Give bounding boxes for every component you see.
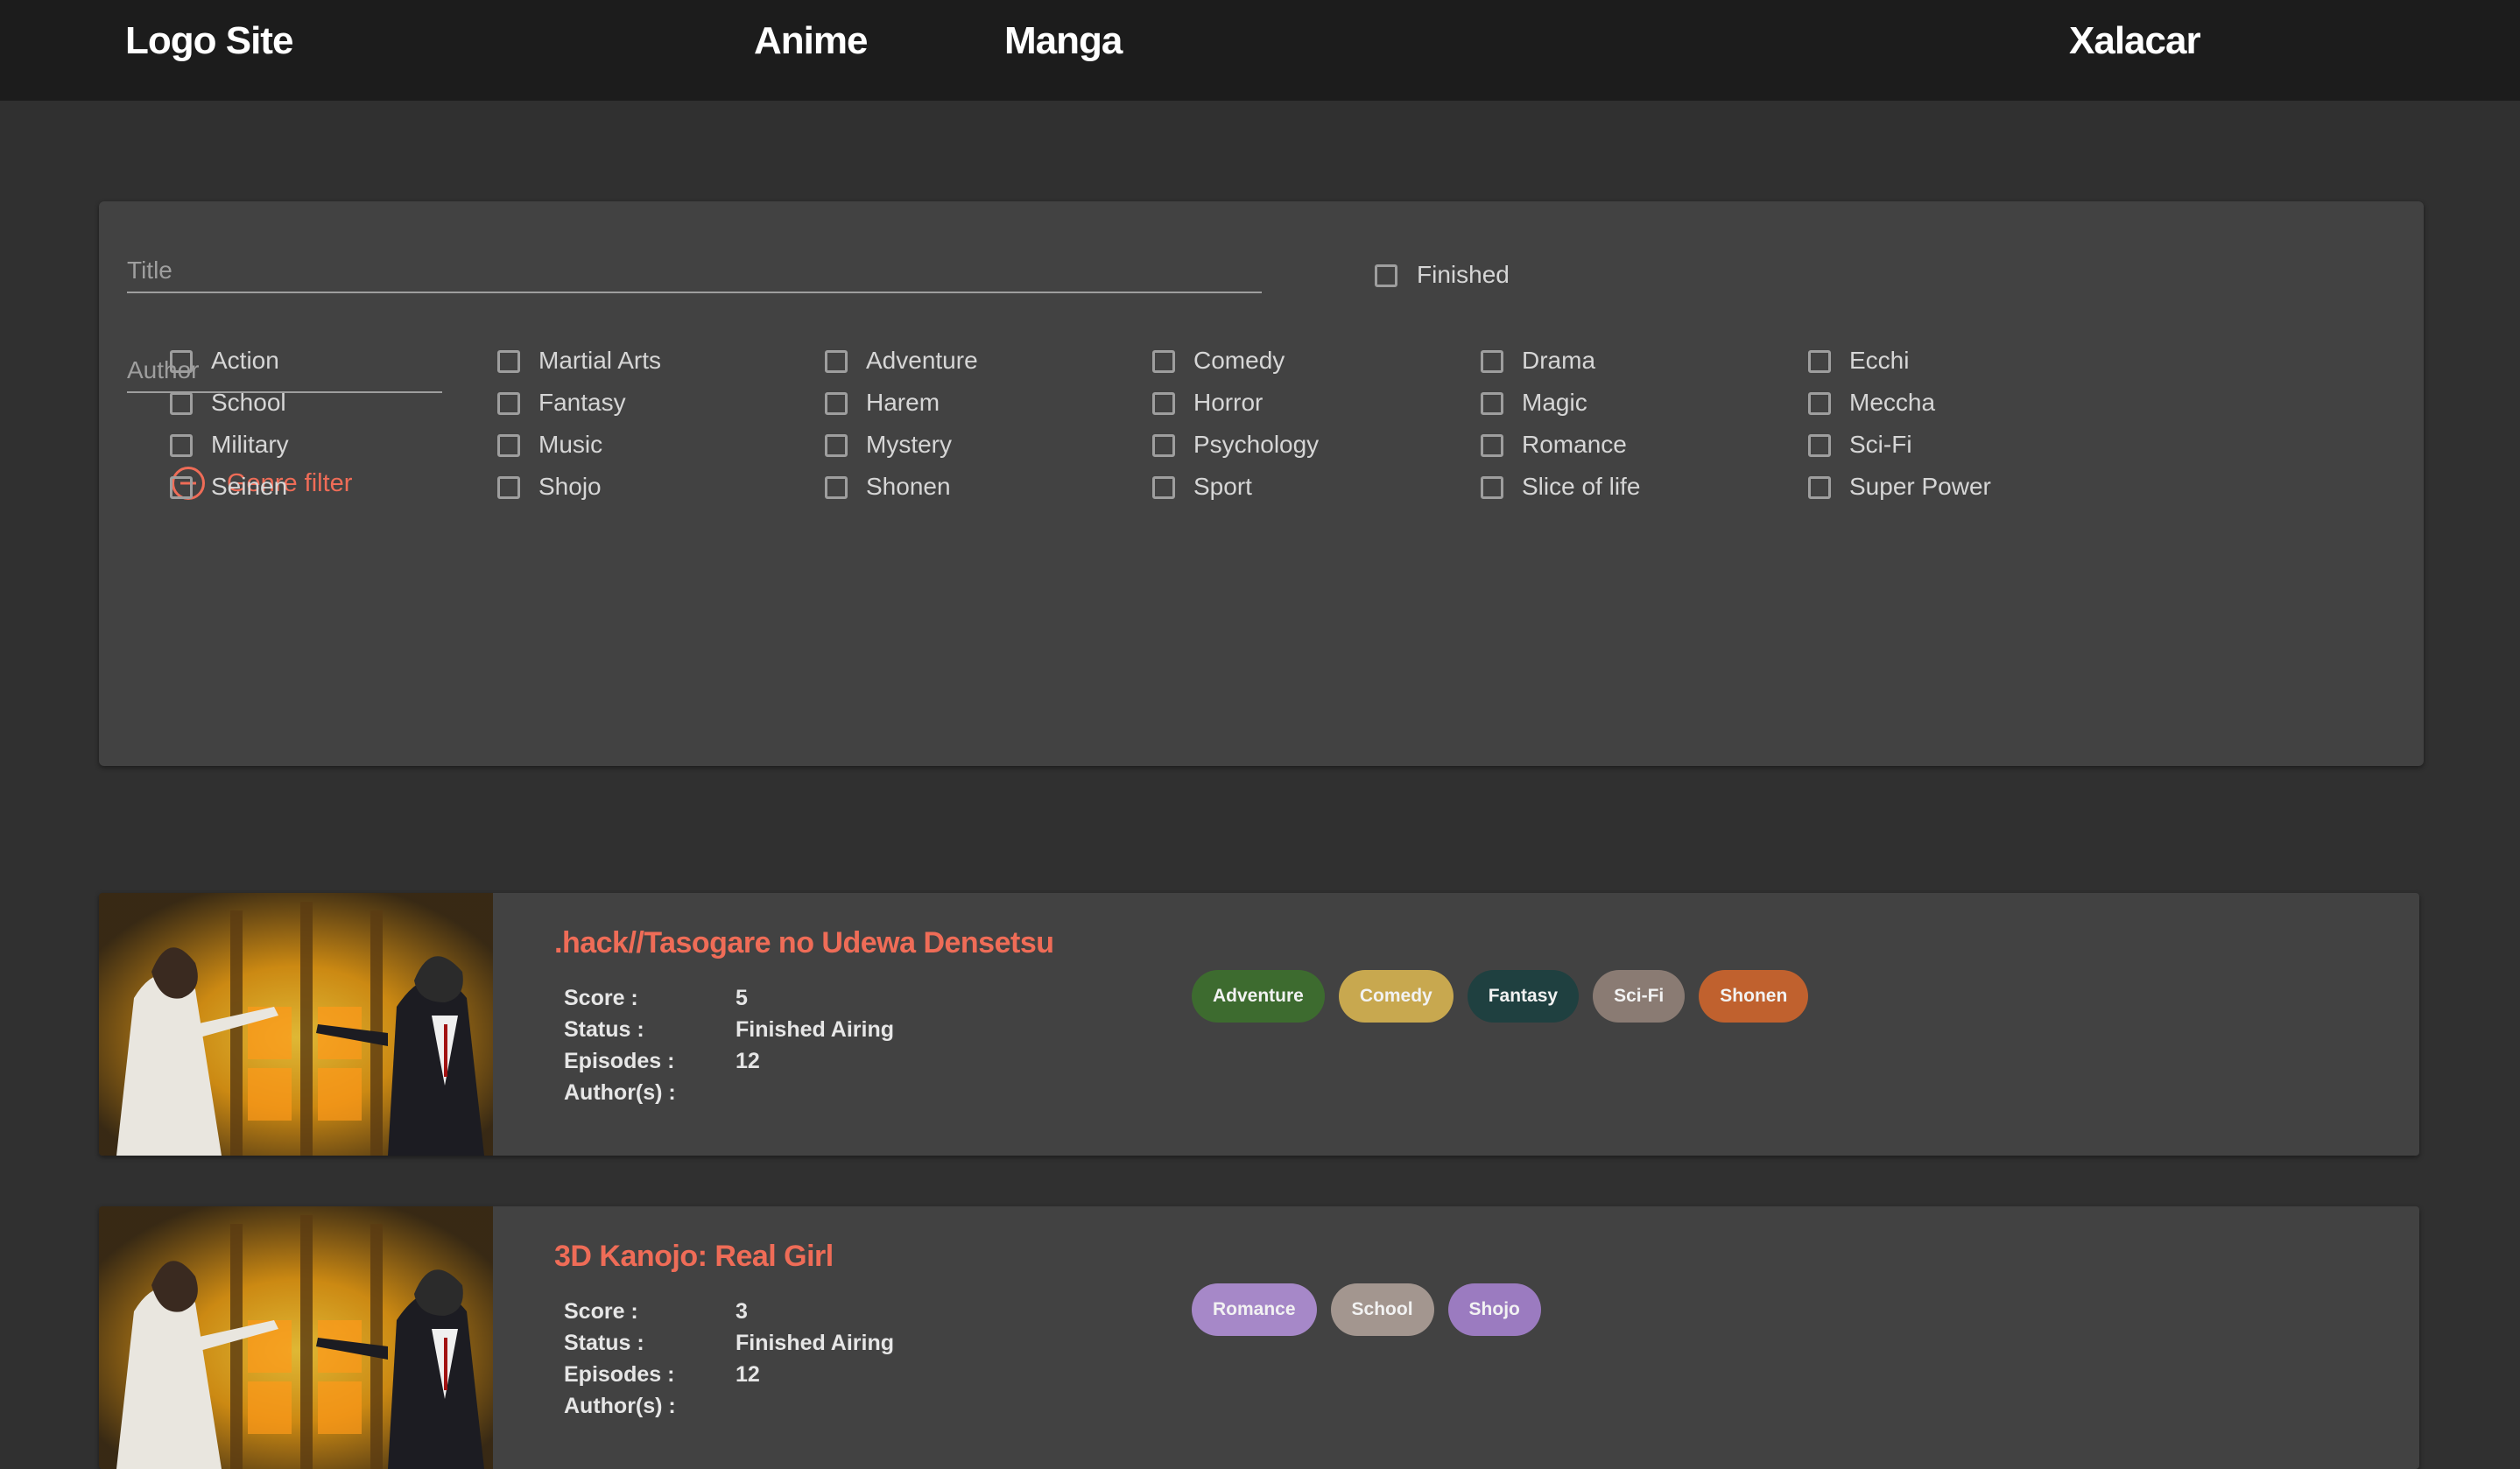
genre-checkbox-label: Shonen (866, 473, 951, 500)
genre-chip[interactable]: School (1330, 1283, 1434, 1336)
genre-checkbox-label: Romance (1522, 431, 1627, 458)
genre-checkbox[interactable] (825, 476, 848, 499)
genre-checkbox-label: Psychology (1193, 431, 1320, 458)
genre-checkbox[interactable] (1152, 476, 1175, 499)
finished-label: Finished (1417, 261, 1510, 288)
nav-link-anime[interactable]: Anime (754, 19, 868, 63)
anime-result-card[interactable]: 3D Kanojo: Real Girl Score : 3 Status : Fini… (99, 1206, 2419, 1469)
genre-checkbox[interactable] (497, 434, 520, 457)
anime-title-link[interactable]: 3D Kanojo: Real Girl (554, 1240, 834, 1274)
meta-episodes-label: Episodes : (564, 1049, 675, 1073)
genre-checkbox-label: Adventure (866, 347, 978, 374)
genre-chip[interactable]: Fantasy (1467, 970, 1580, 1023)
meta-authors-label: Author(s) : (564, 1080, 676, 1105)
filter-panel: Finished Genre filter ActionSchoolMilita… (99, 201, 2424, 766)
genre-checkbox[interactable] (1152, 350, 1175, 373)
genre-checkbox[interactable] (825, 434, 848, 457)
genre-checkbox-label: Shojo (538, 473, 602, 500)
genre-checkbox-label: Military (211, 431, 289, 458)
genre-checkbox[interactable] (1152, 392, 1175, 415)
genre-chip[interactable]: Adventure (1192, 970, 1325, 1023)
nav-link-manga[interactable]: Manga (1004, 19, 1123, 63)
genre-checkbox-label: Action (211, 347, 279, 374)
meta-score-label: Score : (564, 1299, 638, 1324)
genre-checkbox-label: Ecchi (1849, 347, 1910, 374)
meta-status-value: Finished Airing (736, 1017, 895, 1042)
genre-checkbox[interactable] (1808, 434, 1831, 457)
genre-checkbox[interactable] (1481, 392, 1503, 415)
genre-checkbox-label: Magic (1522, 389, 1587, 416)
genre-checkbox[interactable] (1808, 476, 1831, 499)
genre-checkbox[interactable] (497, 392, 520, 415)
genre-checkbox-label: Sci-Fi (1849, 431, 1912, 458)
genre-checkbox-label: Seinen (211, 473, 288, 500)
genre-checkbox-label: School (211, 389, 286, 416)
genre-chip[interactable]: Sci-Fi (1593, 970, 1686, 1023)
genre-checkbox-label: Martial Arts (538, 347, 662, 374)
meta-episodes-value: 12 (736, 1362, 760, 1387)
genre-checkbox-label: Comedy (1193, 347, 1285, 374)
site-logo[interactable]: Logo Site (125, 19, 293, 63)
genre-checkbox-label: Meccha (1849, 389, 1936, 416)
genre-chip[interactable]: Shonen (1699, 970, 1809, 1023)
genre-checkbox[interactable] (1152, 434, 1175, 457)
anime-thumbnail[interactable] (99, 893, 493, 1156)
genre-checkbox[interactable] (497, 476, 520, 499)
genre-checkbox[interactable] (497, 350, 520, 373)
meta-score-value: 3 (736, 1299, 748, 1324)
genre-checkbox[interactable] (1481, 434, 1503, 457)
meta-status-label: Status : (564, 1331, 644, 1355)
anime-thumbnail-art (99, 893, 493, 1156)
genre-chip-row: Adventure Comedy Fantasy Sci-Fi Shonen (1192, 970, 1809, 1023)
anime-thumbnail[interactable] (99, 1206, 493, 1469)
genre-checkbox[interactable] (170, 434, 193, 457)
meta-status-label: Status : (564, 1017, 644, 1042)
genre-checkbox[interactable] (170, 350, 193, 373)
finished-checkbox[interactable] (1375, 264, 1397, 287)
genre-chip[interactable]: Romance (1192, 1283, 1317, 1336)
genre-checkbox[interactable] (825, 392, 848, 415)
genre-checkbox-label: Slice of life (1522, 473, 1641, 500)
anime-result-card[interactable]: .hack//Tasogare no Udewa Densetsu Score :… (99, 893, 2419, 1156)
genre-checkbox-label: Horror (1193, 389, 1264, 416)
user-menu[interactable]: Xalacar (2069, 19, 2201, 63)
meta-episodes-value: 12 (736, 1049, 760, 1073)
genre-checkbox-label: Super Power (1849, 473, 1991, 500)
genre-checkbox-label: Sport (1193, 473, 1252, 500)
genre-checkbox-label: Fantasy (538, 389, 626, 416)
genre-checkbox[interactable] (1481, 476, 1503, 499)
top-navbar: Logo Site Anime Manga Xalacar (0, 0, 2520, 101)
genre-checkbox[interactable] (170, 392, 193, 415)
genre-checkbox[interactable] (825, 350, 848, 373)
genre-checkbox-label: Harem (866, 389, 940, 416)
meta-authors-label: Author(s) : (564, 1394, 676, 1418)
genre-checkbox-label: Drama (1522, 347, 1596, 374)
meta-status-value: Finished Airing (736, 1331, 895, 1355)
meta-episodes-label: Episodes : (564, 1362, 675, 1387)
genre-chip[interactable]: Shojo (1447, 1283, 1541, 1336)
genre-checkbox[interactable] (1808, 392, 1831, 415)
meta-score-value: 5 (736, 986, 748, 1010)
genre-checkbox-label: Music (538, 431, 603, 458)
title-input[interactable] (127, 257, 1262, 293)
genre-checkbox[interactable] (1808, 350, 1831, 373)
genre-checkbox-label: Mystery (866, 431, 952, 458)
meta-score-label: Score : (564, 986, 638, 1010)
anime-thumbnail-art (99, 1206, 493, 1469)
genre-chip[interactable]: Comedy (1338, 970, 1454, 1023)
genre-checkbox[interactable] (170, 476, 193, 499)
anime-title-link[interactable]: .hack//Tasogare no Udewa Densetsu (554, 926, 1054, 960)
genre-checkbox[interactable] (1481, 350, 1503, 373)
genre-chip-row: Romance School Shojo (1192, 1283, 1541, 1336)
